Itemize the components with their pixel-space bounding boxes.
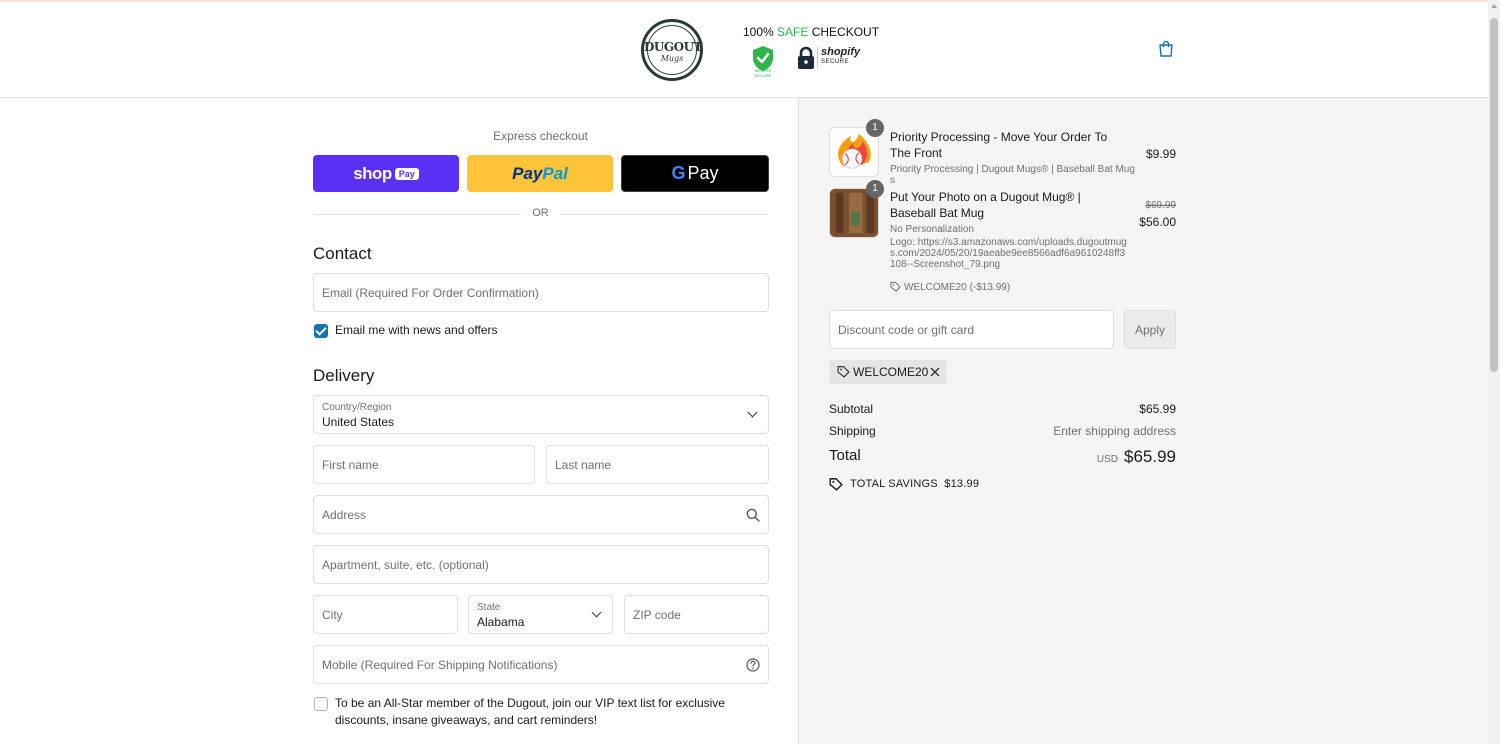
or-divider: OR [313,207,768,221]
vip-checkbox[interactable] [314,697,328,711]
item-qty-badge: 1 [866,119,884,137]
subtotal-label: Subtotal [829,402,874,416]
item-title: Put Your Photo on a Dugout Mug® | Baseba… [890,190,1081,220]
help-icon[interactable] [746,658,760,672]
zip-input[interactable] [625,596,768,633]
express-checkout-label: Express checkout [493,129,588,143]
shoppay-pill: Pay [394,167,419,180]
item-qty-badge: 1 [866,180,884,198]
address-input[interactable] [314,496,768,533]
or-text: OR [532,207,549,219]
shopify-sub: SECURE [821,59,850,65]
search-icon[interactable] [746,508,760,522]
dugout-mugs-logo[interactable]: DUGOUT Mugs [641,19,703,81]
item-price: $9.99 [1145,147,1176,161]
news-label: Email me with news and offers [335,323,498,337]
country-value: United States [322,415,395,429]
apply-button[interactable]: Apply [1124,310,1176,349]
savings-tag-icon [829,478,843,491]
safe-prefix: 100% [743,25,778,39]
item-price: $56.00 [1139,215,1176,229]
scroll-up-arrow-icon[interactable] [1491,4,1497,8]
safe-suffix: CHECKOUT [808,25,880,39]
item-old-price: $69.99 [1145,200,1176,211]
apartment-field[interactable] [313,545,769,584]
shoppay-text: shop [353,163,392,183]
logo-word: DUGOUT [644,40,702,54]
paypal-text-b: Pal [542,163,568,183]
first-name-input[interactable] [314,446,534,483]
last-name-field[interactable] [546,445,769,484]
apartment-input[interactable] [314,546,768,583]
item-sub: Priority Processing | Dugout Mugs® | Bas… [890,164,1135,186]
total-row-value: USD $65.99 [1097,447,1176,467]
address-field[interactable] [313,495,769,534]
chevron-down-icon [747,407,758,418]
savings-label: TOTAL SAVINGS [850,478,938,490]
chevron-down-icon [591,607,602,618]
state-label: State [477,602,501,613]
applied-discount-chip: WELCOME20 [829,360,947,384]
state-select[interactable]: State Alabama [468,595,613,634]
safe-checkout-text: 100% SAFE CHECKOUT [743,25,879,39]
shield-caption: MCAFEE SECURE [754,68,772,78]
paypal-button[interactable]: Pay Pal [467,155,613,192]
email-input[interactable] [314,274,768,311]
tag-icon [890,281,901,292]
state-value: Alabama [477,615,525,629]
currency-code: USD [1096,454,1118,465]
logo-sub: Mugs [660,54,684,63]
city-field[interactable] [313,595,458,634]
delivery-title: Delivery [313,366,375,385]
or-line-right [560,214,768,215]
contact-title: Contact [313,244,372,263]
first-name-field[interactable] [313,445,535,484]
savings-value: $13.99 [944,478,980,490]
safe-highlight: SAFE [777,25,809,39]
header: DUGOUT Mugs 100% SAFE CHECKOUT MCAFEE SE… [0,2,1488,98]
tag-icon [837,366,850,378]
page-scrollbar[interactable] [1488,0,1500,744]
discount-field[interactable] [829,310,1114,349]
shopify-secure-badge: shopify SECURE [817,46,861,69]
shipping-label: Shipping [829,424,876,438]
shop-pay-button[interactable]: shop Pay [313,155,459,192]
last-name-input[interactable] [547,446,768,483]
total-savings: TOTAL SAVINGS $13.99 [850,478,979,490]
country-select[interactable]: Country/Region United States [313,395,769,434]
item-logo-url: Logo: https://s3.amazonaws.com/uploads.d… [890,237,1127,270]
google-pay-button[interactable]: G Pay [621,155,769,192]
google-g-icon: G [671,163,686,183]
mobile-input[interactable] [314,646,768,683]
item-discount: WELCOME20 (-$13.99) [904,282,1011,293]
mobile-field[interactable] [313,645,769,684]
lock-icon [798,46,814,69]
item-title: Priority Processing - Move Your Order To… [890,130,1108,160]
close-icon[interactable] [930,367,940,377]
gpay-text: Pay [687,163,719,183]
subtotal-value: $65.99 [1139,402,1176,416]
shipping-value: Enter shipping address [1053,424,1176,438]
country-label: Country/Region [322,402,392,413]
city-input[interactable] [314,596,457,633]
applied-code: WELCOME20 [853,365,929,379]
shopping-bag-icon[interactable] [1158,40,1174,58]
total-label: Total [829,447,861,464]
news-checkbox[interactable] [314,324,328,338]
scrollbar-thumb[interactable] [1490,18,1498,372]
zip-field[interactable] [624,595,769,634]
discount-input[interactable] [830,311,1113,348]
email-field[interactable] [313,273,769,312]
total-value: $65.99 [1124,447,1176,466]
shopify-title: shopify [821,46,861,58]
vip-label: To be an All-Star member of the Dugout, … [335,696,725,727]
paypal-text-a: Pay [512,163,543,183]
